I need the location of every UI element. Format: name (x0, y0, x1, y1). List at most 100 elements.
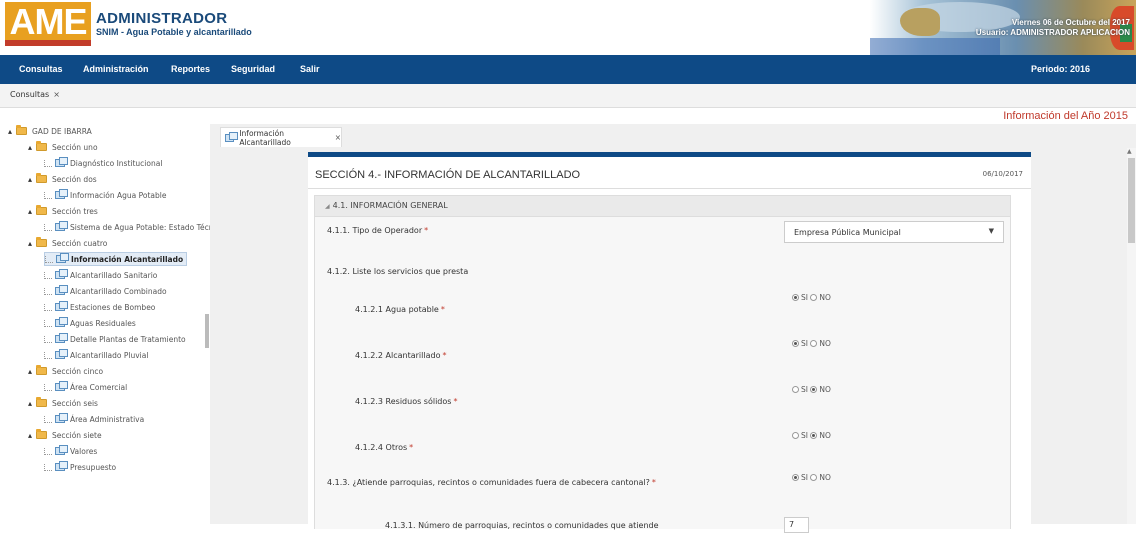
radio-group-alcantarillado: SI NO (792, 339, 831, 348)
radio-no[interactable] (810, 474, 818, 481)
nav-seguridad[interactable]: Seguridad (231, 64, 275, 74)
question-agua-potable: 4.1.2.1 Agua potable * (355, 305, 445, 314)
page-icon (55, 333, 68, 343)
tree-item-informacion-alcantarillado[interactable]: Información Alcantarillado (44, 252, 188, 266)
tree-folder-seccion-dos[interactable]: ▴ Sección dos (28, 172, 97, 186)
tree-item-alcantarillado-pluvial[interactable]: Alcantarillado Pluvial (44, 348, 148, 362)
page-icon (56, 253, 69, 263)
tree-root[interactable]: ▴ GAD DE IBARRA (8, 124, 92, 138)
close-icon[interactable]: × (53, 90, 60, 99)
radio-si[interactable] (792, 432, 799, 439)
page-icon (55, 301, 68, 311)
tree-item-presupuesto[interactable]: Presupuesto (44, 460, 116, 474)
page-icon (55, 349, 68, 359)
tree-folder-seccion-siete[interactable]: ▴ Sección siete (28, 428, 102, 442)
vertical-scrollbar[interactable]: ▲ (1127, 148, 1136, 524)
tree-folder-seccion-cinco[interactable]: ▴ Sección cinco (28, 364, 103, 378)
tree-folder-seccion-cuatro[interactable]: ▴ Sección cuatro (28, 236, 107, 250)
radio-no[interactable] (810, 386, 818, 393)
scrollbar-thumb[interactable] (1128, 158, 1135, 243)
page-icon (225, 131, 239, 142)
periodo-label: Periodo: 2016 (1031, 64, 1091, 74)
tree-item-valores[interactable]: Valores (44, 444, 97, 458)
radio-no[interactable] (810, 294, 818, 301)
radio-si[interactable] (792, 294, 799, 301)
panel-splitter[interactable] (205, 314, 209, 348)
folder-icon (36, 365, 47, 375)
folder-icon (36, 205, 47, 215)
collapse-icon[interactable]: ◢ (325, 203, 330, 210)
tree-item-sistema-agua[interactable]: Sistema de Agua Potable: Estado Técn (44, 220, 213, 234)
folder-icon (36, 237, 47, 247)
nav-consultas[interactable]: Consultas (19, 64, 63, 74)
tab-consultas[interactable]: Consultas × (10, 90, 60, 99)
radio-si[interactable] (792, 340, 799, 347)
app-subtitle: SNIM - Agua Potable y alcantarillado (96, 27, 252, 37)
collapse-icon[interactable]: ▴ (28, 239, 34, 248)
collapse-icon[interactable]: ▴ (28, 399, 34, 408)
collapse-icon[interactable]: ▴ (28, 367, 34, 376)
tree-root-label: GAD DE IBARRA (32, 126, 92, 136)
tree-item-diagnostico[interactable]: Diagnóstico Institucional (44, 156, 162, 170)
info-year-label: Información del Año 2015 (1003, 110, 1128, 122)
date-text: Viernes 06 de Octubre del 2017 (1011, 18, 1130, 27)
tree-item-estaciones-bombeo[interactable]: Estaciones de Bombeo (44, 300, 155, 314)
collapse-icon[interactable]: ▴ (28, 431, 34, 440)
tree-folder-seccion-tres[interactable]: ▴ Sección tres (28, 204, 98, 218)
tree-node-label: Sección cuatro (52, 238, 108, 248)
tree-node-label: Alcantarillado Sanitario (70, 270, 158, 280)
nav-reportes[interactable]: Reportes (171, 64, 210, 74)
tree-folder-seccion-uno[interactable]: ▴ Sección uno (28, 140, 98, 154)
tree-node-label: Área Comercial (70, 382, 128, 392)
scroll-up-icon[interactable]: ▲ (1127, 148, 1132, 155)
folder-icon (16, 125, 27, 135)
question-numero-parroquias: 4.1.3.1. Número de parroquias, recintos … (385, 521, 659, 530)
collapse-icon[interactable]: ▴ (28, 143, 34, 152)
collapse-icon[interactable]: ▴ (28, 175, 34, 184)
tipo-operador-select[interactable]: Empresa Pública Municipal ▼ (784, 221, 1004, 243)
panel-title: 4.1. INFORMACIÓN GENERAL (332, 201, 448, 210)
tree-node-label: Diagnóstico Institucional (70, 158, 163, 168)
tree-folder-seccion-seis[interactable]: ▴ Sección seis (28, 396, 98, 410)
close-icon[interactable]: × (335, 133, 341, 142)
dropdown-arrow-icon: ▼ (988, 227, 994, 235)
tree-node-label: Detalle Plantas de Tratamiento (70, 334, 186, 344)
tree-item-area-comercial[interactable]: Área Comercial (44, 380, 127, 394)
tree-node-label: Alcantarillado Pluvial (70, 350, 149, 360)
tree-node-label: Sección dos (52, 174, 97, 184)
collapse-icon[interactable]: ▴ (8, 127, 14, 136)
folder-icon (36, 397, 47, 407)
panel-header[interactable]: ◢ 4.1. INFORMACIÓN GENERAL (314, 195, 1011, 217)
collapse-icon[interactable]: ▴ (28, 207, 34, 216)
radio-group-residuos: SI NO (792, 385, 831, 394)
page-icon (55, 285, 68, 295)
tree-item-alcantarillado-combinado[interactable]: Alcantarillado Combinado (44, 284, 167, 298)
tree-node-label: Sección tres (52, 206, 98, 216)
radio-no[interactable] (810, 340, 818, 347)
content-tab-label: Información Alcantarillado (239, 128, 291, 147)
radio-si[interactable] (792, 386, 799, 393)
tree-node-label: Aguas Residuales (70, 318, 136, 328)
tree-node-label: Sección cinco (52, 366, 104, 376)
nav-salir[interactable]: Salir (300, 64, 320, 74)
question-residuos-solidos: 4.1.2.3 Residuos sólidos * (355, 397, 458, 406)
radio-no[interactable] (810, 432, 818, 439)
tree-item-plantas-tratamiento[interactable]: Detalle Plantas de Tratamiento (44, 332, 186, 346)
tree-item-area-administrativa[interactable]: Área Administrativa (44, 412, 144, 426)
numero-parroquias-input[interactable]: 7 (784, 517, 809, 533)
question-atiende-parroquias: 4.1.3. ¿Atiende parroquias, recintos o c… (327, 478, 656, 487)
tree-item-alcantarillado-sanitario[interactable]: Alcantarillado Sanitario (44, 268, 157, 282)
page-icon (55, 189, 68, 199)
tab-informacion-alcantarillado[interactable]: Información Alcantarillado × (220, 127, 342, 147)
tree-item-aguas-residuales[interactable]: Aguas Residuales (44, 316, 136, 330)
tree-item-agua-potable[interactable]: Información Agua Potable (44, 188, 166, 202)
radio-si[interactable] (792, 474, 799, 481)
divider (308, 188, 1031, 189)
page-icon (55, 445, 68, 455)
logo-strip (5, 40, 91, 46)
nav-administracion[interactable]: Administración (83, 64, 149, 74)
app-title: ADMINISTRADOR (96, 10, 228, 27)
radio-group-otros: SI NO (792, 431, 831, 440)
page-icon (55, 221, 68, 231)
section-tree: ▴ GAD DE IBARRA ▴ Sección uno Diagnóstico … (0, 124, 213, 524)
